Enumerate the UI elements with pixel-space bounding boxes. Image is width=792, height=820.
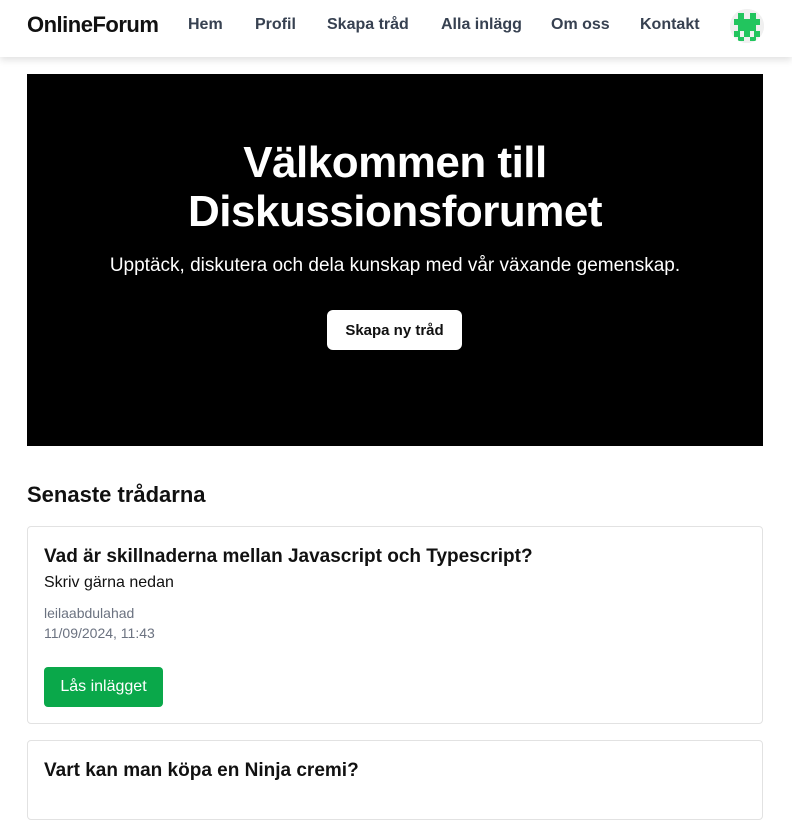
nav-link-alla-inlagg[interactable]: Alla inlägg xyxy=(441,16,522,34)
brand-logo[interactable]: OnlineForum xyxy=(27,12,159,38)
nav-link-hem[interactable]: Hem xyxy=(188,16,223,34)
thread-title: Vad är skillnaderna mellan Javascript oc… xyxy=(44,546,533,567)
hero-title: Välkommen till Diskussionsforumet xyxy=(27,138,763,236)
create-thread-button[interactable]: Skapa ny tråd xyxy=(327,310,462,350)
thread-card: Vart kan man köpa en Ninja cremi? xyxy=(27,740,763,820)
nav-link-skapa-trad[interactable]: Skapa tråd xyxy=(327,16,409,34)
thread-date: 11/09/2024, 11:43 xyxy=(44,625,155,641)
nav-link-om-oss[interactable]: Om oss xyxy=(551,16,610,34)
thread-body: Skriv gärna nedan xyxy=(44,574,174,591)
latest-threads-heading: Senaste trådarna xyxy=(27,482,206,507)
read-post-button[interactable]: Lås inlägget xyxy=(44,667,163,707)
user-avatar[interactable] xyxy=(730,9,764,43)
thread-title: Vart kan man köpa en Ninja cremi? xyxy=(44,760,359,781)
thread-card: Vad är skillnaderna mellan Javascript oc… xyxy=(27,526,763,724)
nav-link-kontakt[interactable]: Kontakt xyxy=(640,16,700,34)
nav-link-profil[interactable]: Profil xyxy=(255,16,296,34)
hero-banner: Välkommen till Diskussionsforumet Upptäc… xyxy=(27,74,763,446)
hero-title-line-2: Diskussionsforumet xyxy=(188,187,602,236)
hero-title-line-1: Välkommen till xyxy=(243,138,547,187)
navbar: OnlineForum Hem Profil Skapa tråd Alla i… xyxy=(0,0,792,57)
thread-author: leilaabdulahad xyxy=(44,605,135,621)
hero-subtitle: Upptäck, diskutera och dela kunskap med … xyxy=(109,255,681,276)
pixel-avatar-icon xyxy=(730,9,764,43)
